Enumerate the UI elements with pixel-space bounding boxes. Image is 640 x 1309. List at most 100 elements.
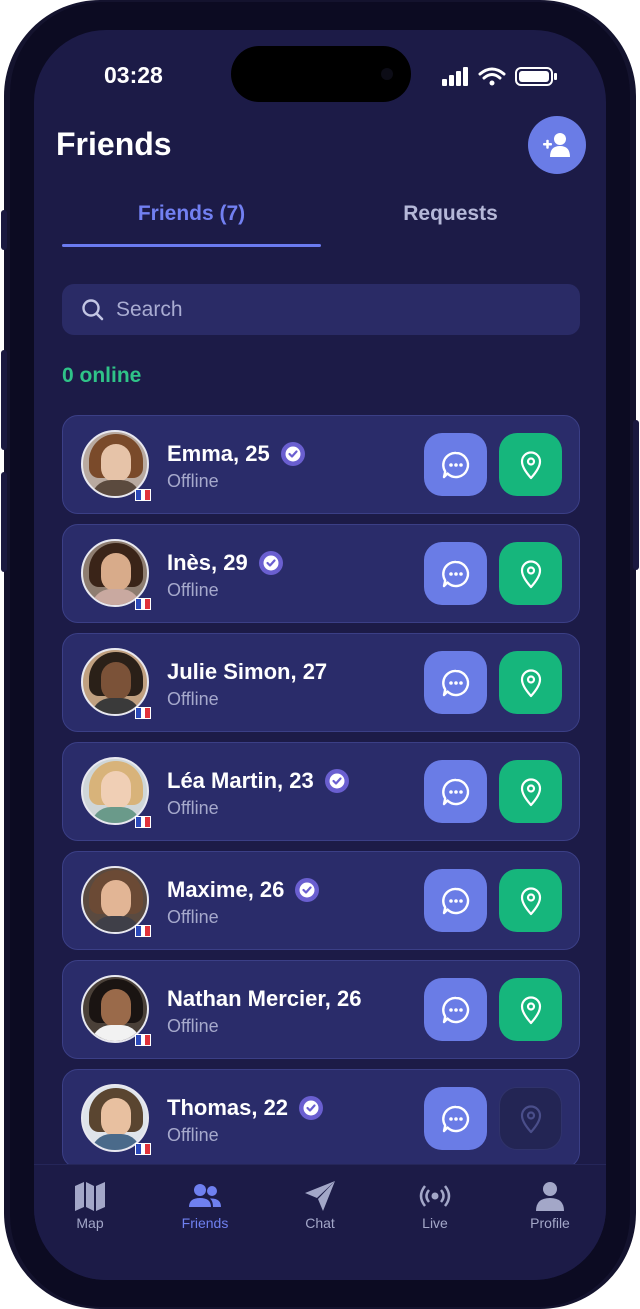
- nav-friends[interactable]: Friends: [155, 1179, 255, 1231]
- search-icon: [82, 299, 104, 321]
- friend-status: Offline: [167, 689, 219, 709]
- online-count: 0 online: [62, 364, 142, 387]
- chat-bubble-icon: [441, 669, 469, 696]
- avatar-body: [91, 589, 141, 605]
- status-time: 03:28: [104, 62, 163, 88]
- profile-icon: [536, 1182, 564, 1211]
- friend-status: Offline: [167, 580, 219, 600]
- nav-map[interactable]: Map: [40, 1179, 140, 1231]
- message-button[interactable]: [424, 651, 487, 714]
- nav-live-label: Live: [422, 1215, 448, 1231]
- france-flag-icon: [135, 489, 151, 501]
- location-button[interactable]: [499, 869, 562, 932]
- friend-status: Offline: [167, 1125, 219, 1145]
- friend-status: Offline: [167, 1016, 219, 1036]
- location-pin-icon: [520, 886, 541, 915]
- location-pin-icon: [520, 668, 541, 697]
- name-row: Thomas, 22: [167, 1094, 324, 1122]
- france-flag-icon: [135, 816, 151, 828]
- avatar-face: [101, 553, 131, 591]
- avatar[interactable]: [81, 757, 149, 825]
- friend-status: Offline: [167, 907, 219, 927]
- friend-name: Maxime, 26: [167, 877, 285, 902]
- side-button-left-2: [1, 350, 7, 450]
- chat-bubble-icon: [441, 451, 469, 478]
- avatar-face: [101, 662, 131, 700]
- tab-friends[interactable]: Friends (7): [62, 198, 321, 250]
- side-button-right: [633, 420, 639, 570]
- user-plus-icon: [543, 133, 570, 157]
- location-button[interactable]: [499, 542, 562, 605]
- dynamic-island: [231, 46, 411, 102]
- location-button[interactable]: [499, 433, 562, 496]
- friend-card[interactable]: Nathan Mercier, 26 Offline: [62, 960, 580, 1059]
- avatar-body: [91, 1025, 141, 1041]
- message-button[interactable]: [424, 760, 487, 823]
- side-button-left-3: [1, 472, 7, 572]
- chat-bubble-icon: [441, 887, 469, 914]
- friend-card[interactable]: Emma, 25 Offline: [62, 415, 580, 514]
- verified-badge-icon: [295, 878, 320, 902]
- avatar-face: [101, 1098, 131, 1136]
- avatar-body: [91, 698, 141, 714]
- location-button[interactable]: [499, 1087, 562, 1150]
- location-button[interactable]: [499, 651, 562, 714]
- avatar-face: [101, 989, 131, 1027]
- nav-friends-label: Friends: [181, 1215, 229, 1231]
- friend-name: Nathan Mercier, 26: [167, 986, 362, 1011]
- friend-card[interactable]: Léa Martin, 23 Offline: [62, 742, 580, 841]
- avatar[interactable]: [81, 975, 149, 1043]
- message-button[interactable]: [424, 1087, 487, 1150]
- friend-name: Léa Martin, 23: [167, 768, 314, 793]
- friend-card[interactable]: Inès, 29 Offline: [62, 524, 580, 623]
- avatar-body: [91, 1134, 141, 1150]
- avatar[interactable]: [81, 866, 149, 934]
- message-button[interactable]: [424, 978, 487, 1041]
- friend-card[interactable]: Thomas, 22 Offline: [62, 1069, 580, 1165]
- friend-name: Inès, 29: [167, 550, 248, 575]
- search-input[interactable]: [116, 284, 556, 335]
- nav-profile-label: Profile: [530, 1215, 570, 1231]
- map-icon: [75, 1182, 105, 1211]
- message-button[interactable]: [424, 869, 487, 932]
- friends-list[interactable]: Emma, 25 Offline Inès, 29 Offline Julie …: [62, 415, 580, 1165]
- side-button-left-1: [1, 210, 7, 250]
- avatar-face: [101, 771, 131, 809]
- avatar-face: [101, 444, 131, 482]
- location-pin-icon: [520, 995, 541, 1024]
- location-pin-icon: [520, 559, 541, 588]
- location-button[interactable]: [499, 978, 562, 1041]
- tab-bar: Friends (7) Requests: [62, 198, 580, 250]
- add-friend-button[interactable]: [528, 116, 586, 174]
- avatar[interactable]: [81, 648, 149, 716]
- location-pin-icon: [520, 777, 541, 806]
- message-button[interactable]: [424, 433, 487, 496]
- avatar-face: [101, 880, 131, 918]
- france-flag-icon: [135, 707, 151, 719]
- avatar[interactable]: [81, 1084, 149, 1152]
- search-bar: [62, 284, 580, 335]
- friend-card[interactable]: Maxime, 26 Offline: [62, 851, 580, 950]
- location-button[interactable]: [499, 760, 562, 823]
- avatar[interactable]: [81, 539, 149, 607]
- avatar[interactable]: [81, 430, 149, 498]
- friend-card[interactable]: Julie Simon, 27 Offline: [62, 633, 580, 732]
- location-pin-icon: [520, 450, 541, 479]
- nav-profile[interactable]: Profile: [500, 1179, 600, 1231]
- verified-badge-icon: [324, 769, 349, 793]
- friends-icon: [189, 1184, 221, 1207]
- name-row: Nathan Mercier, 26: [167, 985, 361, 1013]
- status-icons: [442, 66, 558, 86]
- nav-live[interactable]: Live: [385, 1179, 485, 1231]
- avatar-body: [91, 916, 141, 932]
- location-pin-icon: [520, 1104, 541, 1133]
- name-row: Léa Martin, 23: [167, 767, 350, 795]
- app-screen: 03:28 Friends Friends (7) Requests Searc…: [34, 30, 606, 1280]
- chat-bubble-icon: [441, 1105, 469, 1132]
- nav-chat[interactable]: Chat: [270, 1179, 370, 1231]
- nav-map-label: Map: [76, 1215, 104, 1231]
- active-tab-indicator: [62, 244, 321, 247]
- friend-status: Offline: [167, 798, 219, 818]
- tab-requests[interactable]: Requests: [321, 198, 580, 250]
- message-button[interactable]: [424, 542, 487, 605]
